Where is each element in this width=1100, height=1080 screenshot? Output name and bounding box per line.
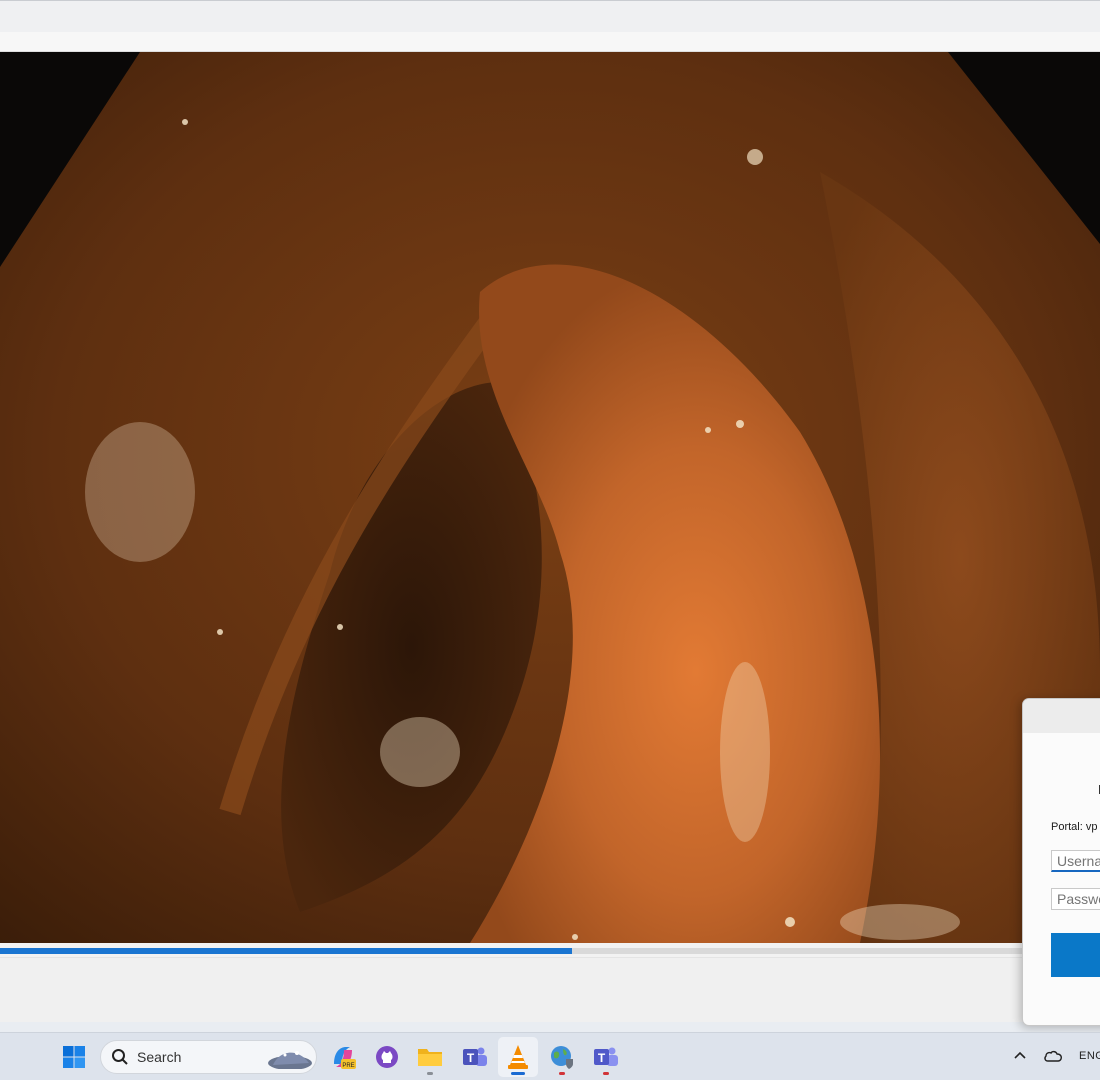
onedrive-cloud-icon[interactable] xyxy=(1043,1049,1063,1063)
username-input[interactable] xyxy=(1051,850,1100,872)
vpn-attention-indicator xyxy=(559,1072,565,1075)
chevron-up-icon[interactable] xyxy=(1013,1050,1027,1060)
teams-classic-icon: T xyxy=(463,1047,487,1066)
video-frame[interactable] xyxy=(0,52,1100,943)
connect-button[interactable] xyxy=(1051,933,1100,977)
taskbar-vlc-media-player[interactable] xyxy=(498,1037,538,1077)
input-language-indicator[interactable]: ENG xyxy=(1079,1050,1100,1062)
taskbar-vpn-client[interactable] xyxy=(542,1037,582,1077)
taskbar-file-explorer[interactable] xyxy=(410,1037,450,1077)
player-titlebar[interactable] xyxy=(0,0,1100,32)
vpn-login-dialog: Portal: vp xyxy=(1022,698,1100,1026)
teams-icon: T xyxy=(594,1047,618,1066)
search-icon xyxy=(112,1049,128,1065)
seek-track[interactable] xyxy=(0,948,1100,954)
taskbar: Search PRE T T EN xyxy=(0,1032,1100,1080)
teams-attention-indicator xyxy=(603,1072,609,1075)
password-input[interactable] xyxy=(1051,888,1100,910)
vlc-cone-icon xyxy=(508,1045,528,1069)
player-controls-bar xyxy=(0,957,1100,1022)
player-menubar[interactable] xyxy=(0,32,1100,52)
svg-text:T: T xyxy=(598,1051,606,1065)
globe-shield-icon xyxy=(551,1046,573,1069)
svg-text:T: T xyxy=(467,1051,475,1065)
svg-text:PRE: PRE xyxy=(342,1063,354,1069)
seek-bar[interactable] xyxy=(0,943,1100,957)
taskbar-search-box[interactable]: Search xyxy=(100,1040,317,1074)
taskbar-copilot-preview[interactable]: PRE xyxy=(323,1037,363,1077)
file-explorer-running-indicator xyxy=(427,1072,433,1075)
taskbar-teams-classic[interactable]: T xyxy=(455,1037,495,1077)
start-button[interactable] xyxy=(54,1037,94,1077)
folder-icon xyxy=(418,1049,442,1066)
vpn-portal-label: Portal: vp xyxy=(1051,821,1098,833)
endoscopy-video-image xyxy=(0,52,1100,943)
vlc-active-indicator xyxy=(511,1072,525,1075)
taskbar-microsoft-teams[interactable]: T xyxy=(586,1037,626,1077)
taskbar-github-desktop[interactable] xyxy=(367,1037,407,1077)
windows-logo-icon xyxy=(63,1046,85,1068)
search-highlight-art-icon xyxy=(268,1051,312,1069)
copilot-icon: PRE xyxy=(334,1047,356,1069)
github-icon xyxy=(376,1046,398,1068)
search-label: Search xyxy=(137,1049,182,1065)
vpn-dialog-titlebar[interactable] xyxy=(1023,699,1100,733)
seek-progress xyxy=(0,948,572,954)
